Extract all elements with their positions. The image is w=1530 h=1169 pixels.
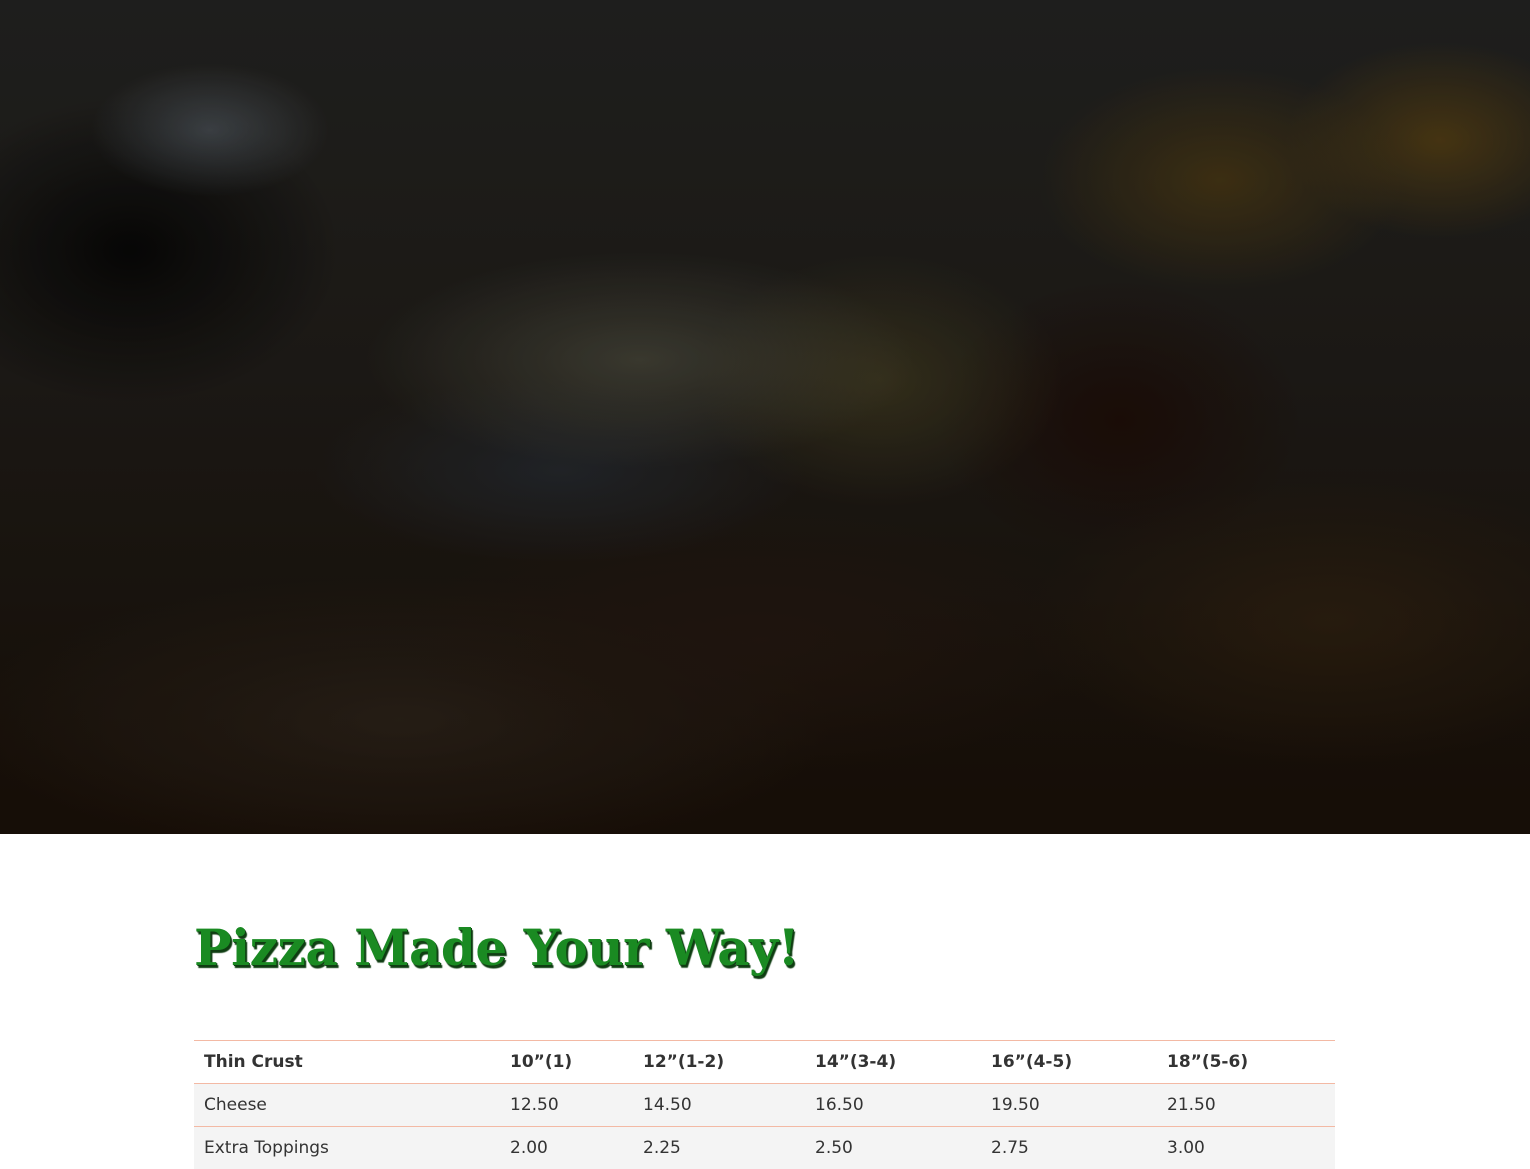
column-header-12-inch: 12”(1-2) — [633, 1040, 805, 1084]
hero-overlay — [0, 0, 1530, 834]
column-header-14-inch: 14”(3-4) — [805, 1040, 981, 1084]
price-cell: 3.00 — [1157, 1126, 1335, 1169]
hero-background-image — [0, 0, 1530, 834]
row-item-name: Cheese — [194, 1083, 500, 1127]
price-cell: 2.25 — [633, 1126, 805, 1169]
price-cell: 2.50 — [805, 1126, 981, 1169]
price-cell: 14.50 — [633, 1083, 805, 1127]
price-cell: 2.00 — [500, 1126, 633, 1169]
pizza-price-table: Thin Crust 10”(1) 12”(1-2) 14”(3-4) 16”(… — [194, 1040, 1335, 1169]
column-header-crust: Thin Crust — [194, 1040, 500, 1084]
price-cell: 2.75 — [981, 1126, 1157, 1169]
column-header-18-inch: 18”(5-6) — [1157, 1040, 1335, 1084]
column-header-16-inch: 16”(4-5) — [981, 1040, 1157, 1084]
price-cell: 19.50 — [981, 1083, 1157, 1127]
section-title: Pizza Made Your Way! — [194, 918, 800, 977]
column-header-10-inch: 10”(1) — [500, 1040, 633, 1084]
table-row: Cheese 12.50 14.50 16.50 19.50 21.50 — [194, 1083, 1335, 1127]
price-cell: 12.50 — [500, 1083, 633, 1127]
price-cell: 21.50 — [1157, 1083, 1335, 1127]
table-header-row: Thin Crust 10”(1) 12”(1-2) 14”(3-4) 16”(… — [194, 1040, 1335, 1084]
row-item-name: Extra Toppings — [194, 1126, 500, 1169]
price-cell: 16.50 — [805, 1083, 981, 1127]
table-row: Extra Toppings 2.00 2.25 2.50 2.75 3.00 — [194, 1126, 1335, 1169]
